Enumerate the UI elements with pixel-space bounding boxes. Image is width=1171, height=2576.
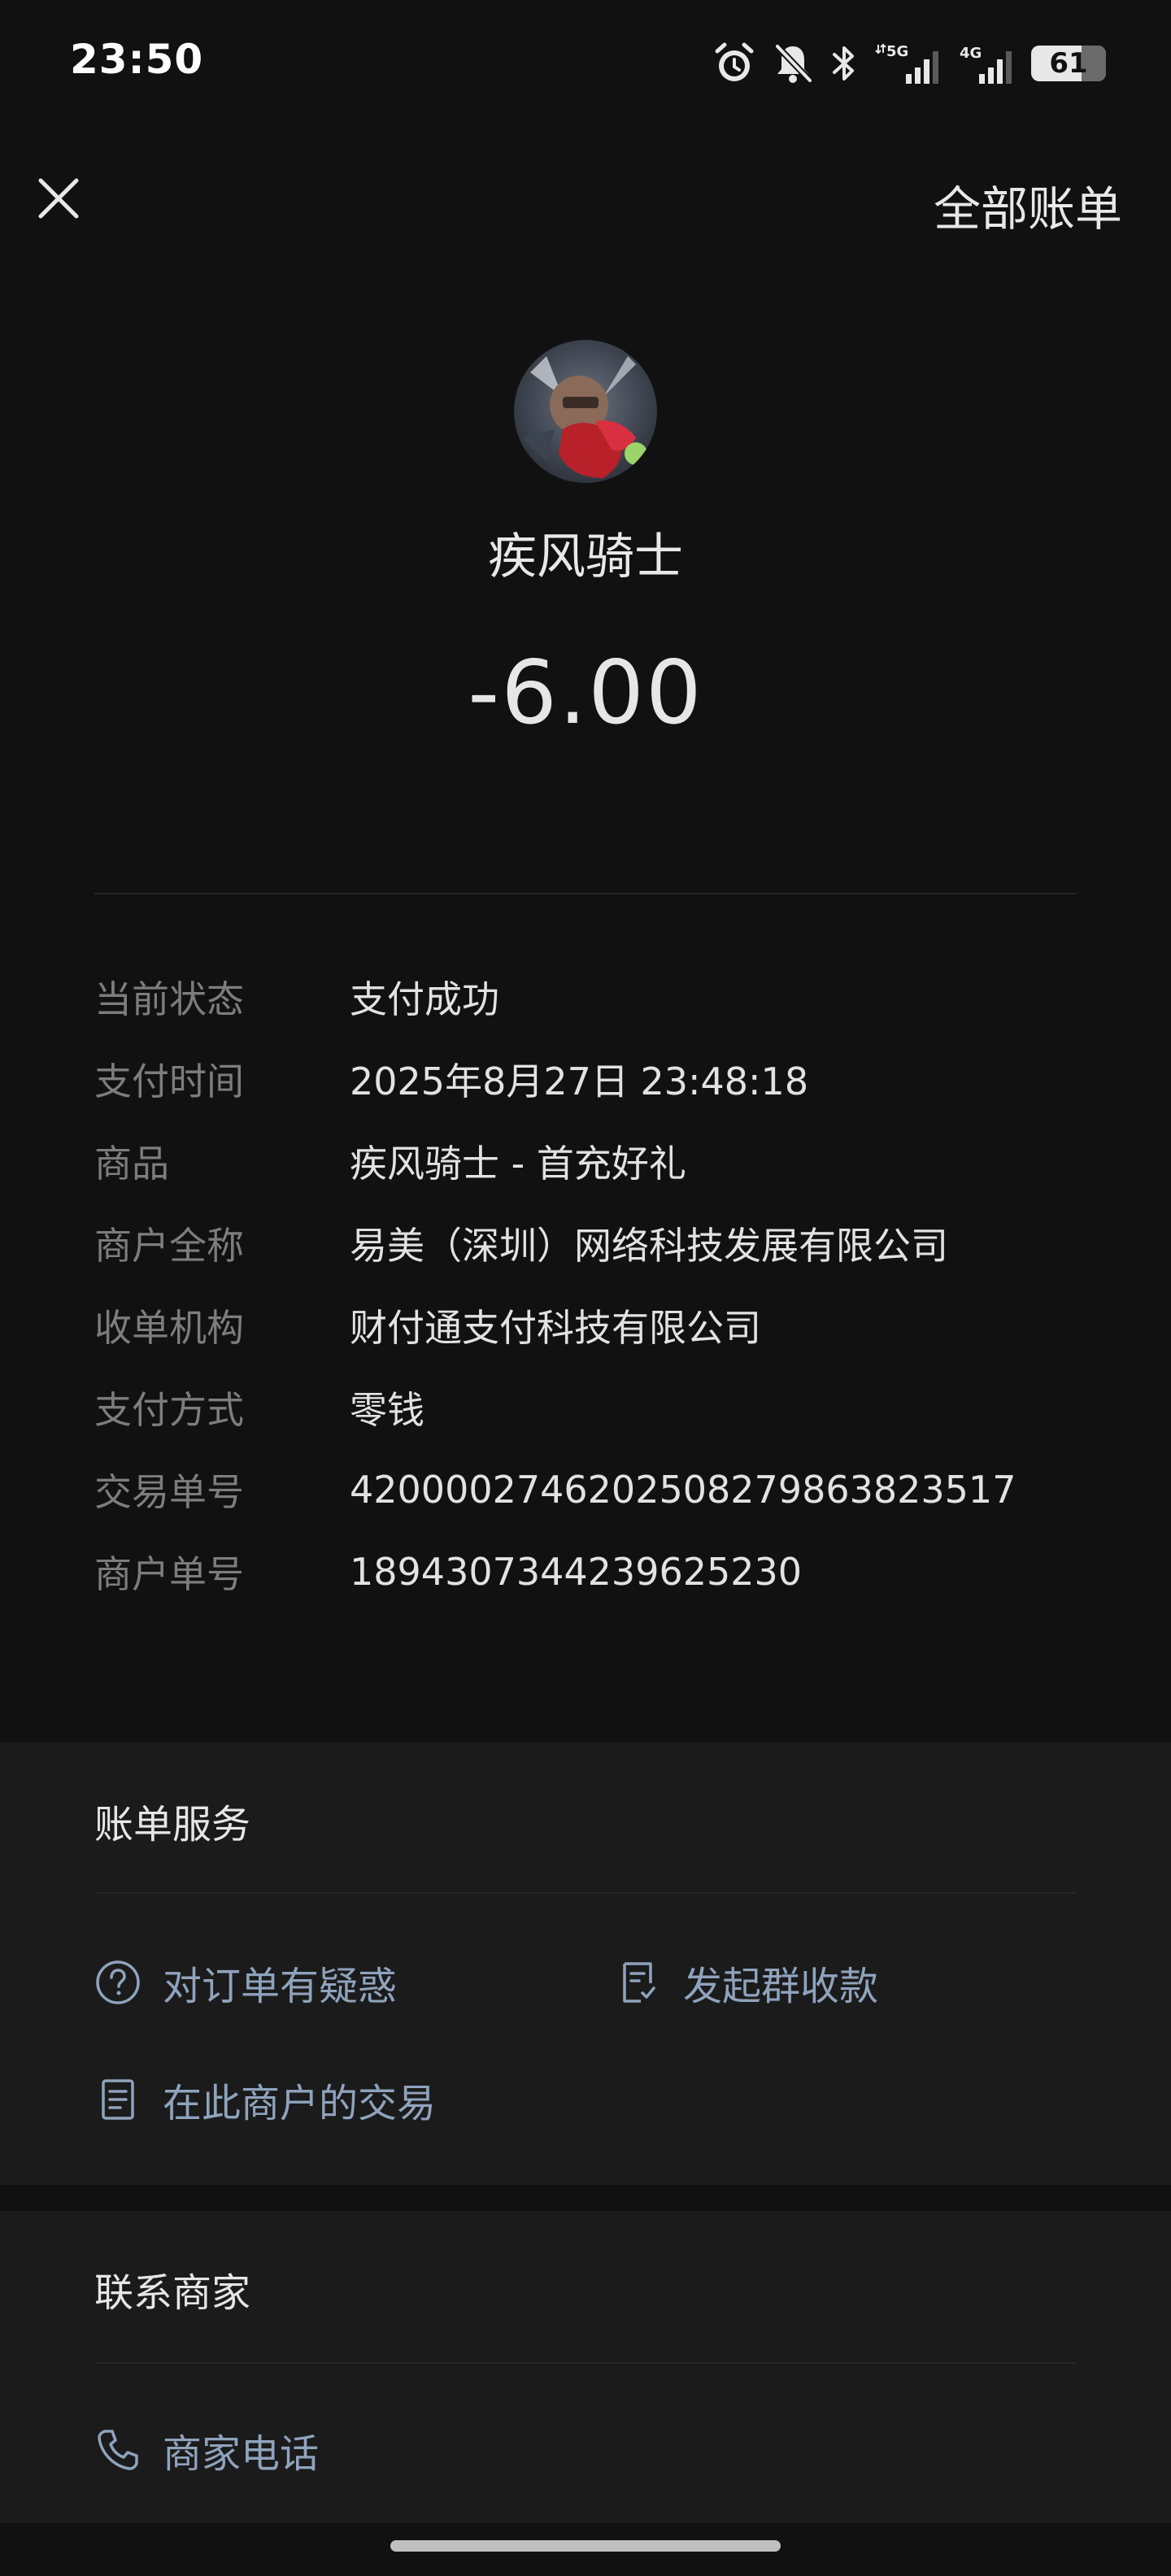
payment-amount: -6.00 xyxy=(468,642,703,744)
group-collection-label: 发起群收款 xyxy=(683,1964,879,2009)
detail-row-merchant-order-id: 商户单号 1894307344239625230 xyxy=(94,1547,1077,1596)
alarm-icon xyxy=(715,42,754,81)
detail-value: 2025年8月27日 23:48:18 xyxy=(350,1060,809,1103)
section-title-bill-services: 账单服务 xyxy=(94,1802,251,1847)
divider xyxy=(94,2362,1077,2364)
merchant-avatar xyxy=(514,340,657,483)
all-bills-link[interactable]: 全部账单 xyxy=(934,171,1122,239)
detail-row-time: 支付时间 2025年8月27日 23:48:18 xyxy=(94,1055,1077,1103)
battery-level: 61 xyxy=(1049,47,1088,80)
close-icon[interactable] xyxy=(33,172,85,224)
divider xyxy=(94,1892,1077,1894)
detail-value[interactable]: 1894307344239625230 xyxy=(350,1550,802,1594)
detail-label: 商户全称 xyxy=(94,1224,244,1268)
status-icons: 5G 4G 61 xyxy=(712,39,1106,88)
detail-label: 当前状态 xyxy=(94,977,244,1021)
detail-value: 支付成功 xyxy=(350,977,499,1021)
detail-value: 零钱 xyxy=(350,1388,424,1432)
mute-bell-icon xyxy=(775,44,812,83)
svg-text:5G: 5G xyxy=(886,43,908,60)
detail-row-acquirer: 收单机构 财付通支付科技有限公司 xyxy=(94,1301,1077,1350)
merchant-phone-label: 商家电话 xyxy=(163,2431,320,2477)
detail-value: 财付通支付科技有限公司 xyxy=(350,1306,761,1350)
merchant-name: 疾风骑士 xyxy=(488,529,683,585)
detail-row-status: 当前状态 支付成功 xyxy=(94,973,1077,1021)
detail-label: 支付方式 xyxy=(94,1388,244,1432)
merchant-transactions-button[interactable]: 在此商户的交易 xyxy=(94,2071,436,2128)
svg-text:4G: 4G xyxy=(960,45,982,62)
bluetooth-icon xyxy=(833,46,854,80)
detail-value: 易美（深圳）网络科技发展有限公司 xyxy=(350,1224,948,1268)
home-indicator[interactable] xyxy=(390,2540,781,2552)
detail-value: 疾风骑士 - 首充好礼 xyxy=(350,1142,686,1186)
section-title-contact: 联系商家 xyxy=(94,2270,251,2316)
detail-label: 交易单号 xyxy=(94,1470,244,1514)
divider xyxy=(94,893,1077,894)
signal-5g-icon: 5G xyxy=(875,43,938,84)
battery-icon: 61 xyxy=(1031,46,1106,81)
detail-row-product: 商品 疾风骑士 - 首充好礼 xyxy=(94,1137,1077,1186)
question-circle-icon xyxy=(96,1960,140,2004)
detail-label: 收单机构 xyxy=(94,1306,244,1350)
group-collection-button[interactable]: 发起群收款 xyxy=(615,1954,878,2011)
detail-row-transaction-id: 交易单号 4200002746202508279863823517 xyxy=(94,1465,1077,1514)
merchant-phone-button[interactable]: 商家电话 xyxy=(94,2422,319,2478)
detail-value[interactable]: 4200002746202508279863823517 xyxy=(350,1468,1016,1512)
document-icon xyxy=(102,2079,134,2120)
detail-label: 商品 xyxy=(94,1142,169,1186)
status-time: 23:50 xyxy=(70,36,204,83)
detail-label: 支付时间 xyxy=(94,1060,244,1103)
order-question-button[interactable]: 对订单有疑惑 xyxy=(94,1954,397,2011)
detail-row-payment-method: 支付方式 零钱 xyxy=(94,1383,1077,1432)
phone-icon xyxy=(98,2430,138,2470)
detail-row-merchant-fullname: 商户全称 易美（深圳）网络科技发展有限公司 xyxy=(94,1219,1077,1268)
receipt-icon xyxy=(623,1962,655,2003)
detail-label: 商户单号 xyxy=(94,1552,244,1596)
order-question-label: 对订单有疑惑 xyxy=(163,1964,398,2009)
merchant-transactions-label: 在此商户的交易 xyxy=(163,2081,437,2126)
signal-4g-icon: 4G xyxy=(960,45,1012,84)
